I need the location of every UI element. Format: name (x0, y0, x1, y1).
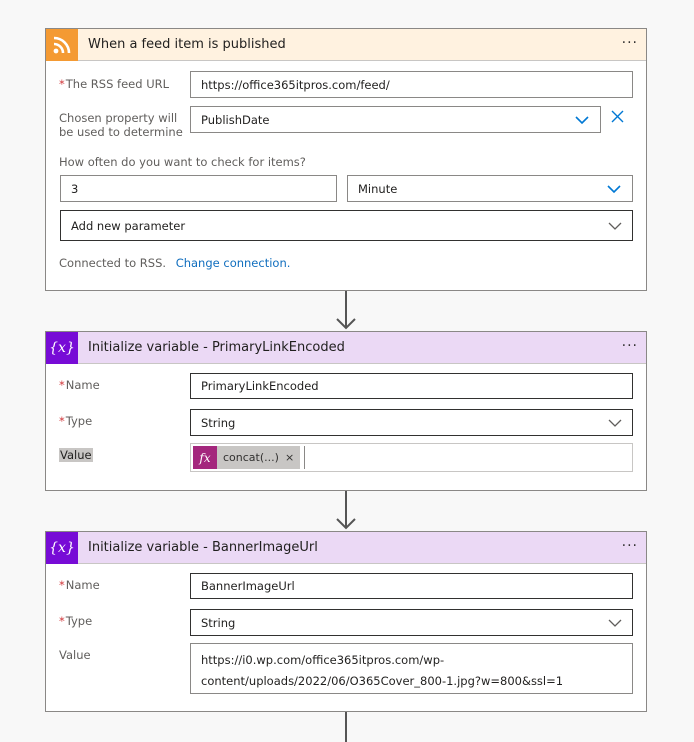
chosen-property-label: Chosen property will be used to determin… (59, 111, 183, 139)
chevron-down-icon (607, 185, 621, 194)
rss-card-header[interactable]: When a feed item is published ··· (46, 28, 646, 61)
arrow-down-icon (336, 518, 356, 530)
rss-card-title: When a feed item is published (88, 37, 286, 52)
flow-connector (345, 712, 347, 742)
required-marker: * (59, 378, 65, 392)
rss-trigger-card: When a feed item is published ··· *The R… (45, 28, 647, 291)
frequency-dropdown[interactable]: Minute (347, 175, 633, 202)
interval-label: How often do you want to check for items… (59, 155, 306, 169)
variable-icon: {x} (46, 331, 78, 364)
type-label: *Type (59, 414, 93, 428)
variable-card-title: Initialize variable - PrimaryLinkEncoded (88, 340, 345, 355)
feed-url-input[interactable]: https://office365itpros.com/feed/ (190, 71, 633, 98)
change-connection-link[interactable]: Change connection. (176, 256, 291, 270)
expression-token[interactable]: fx concat(...) × (193, 446, 301, 469)
variable-value-input[interactable]: fx concat(...) × (190, 443, 633, 472)
type-label: *Type (59, 614, 93, 628)
init-variable-card-banner-image: {x} Initialize variable - BannerImageUrl… (45, 531, 647, 712)
interval-input[interactable]: 3 (60, 175, 337, 202)
variable-card-title: Initialize variable - BannerImageUrl (88, 540, 318, 555)
chevron-down-icon (575, 116, 589, 125)
more-options-icon[interactable]: ··· (622, 35, 638, 51)
variable-card-header[interactable]: {x} Initialize variable - PrimaryLinkEnc… (46, 331, 646, 364)
name-label: *Name (59, 378, 100, 392)
chevron-down-icon (608, 222, 622, 230)
chevron-down-icon (608, 619, 622, 627)
rss-icon (46, 28, 78, 61)
more-options-icon[interactable]: ··· (622, 538, 638, 554)
value-label: Value (59, 448, 93, 462)
init-variable-card-primary-link: {x} Initialize variable - PrimaryLinkEnc… (45, 331, 647, 491)
value-line: content/uploads/2022/06/O365Cover_800-1.… (201, 674, 564, 688)
arrow-down-icon (336, 318, 356, 330)
variable-value-input[interactable]: https://i0.wp.com/office365itpros.com/wp… (190, 643, 633, 694)
feed-url-label: *The RSS feed URL (59, 77, 170, 91)
name-label: *Name (59, 578, 100, 592)
clear-property-icon[interactable] (611, 110, 624, 123)
variable-card-header[interactable]: {x} Initialize variable - BannerImageUrl… (46, 531, 646, 564)
required-marker: * (59, 578, 65, 592)
required-marker: * (59, 414, 65, 428)
variable-icon: {x} (46, 531, 78, 564)
chosen-property-dropdown[interactable]: PublishDate (190, 106, 601, 133)
text-caret (304, 446, 306, 469)
variable-name-input[interactable]: BannerImageUrl (190, 573, 633, 599)
variable-name-input[interactable]: PrimaryLinkEncoded (190, 373, 633, 399)
variable-type-dropdown[interactable]: String (190, 609, 633, 636)
connected-text: Connected to RSS. (59, 256, 167, 270)
more-options-icon[interactable]: ··· (622, 338, 638, 354)
variable-type-dropdown[interactable]: String (190, 409, 633, 436)
value-line: https://i0.wp.com/office365itpros.com/wp… (201, 653, 445, 667)
connection-status: Connected to RSS. Change connection. (59, 256, 290, 270)
required-marker: * (59, 77, 65, 91)
chevron-down-icon (608, 419, 622, 427)
value-label: Value (59, 648, 91, 662)
add-new-parameter-dropdown[interactable]: Add new parameter (60, 210, 633, 241)
fx-icon: fx (193, 446, 217, 469)
required-marker: * (59, 614, 65, 628)
expression-token-text: concat(...) (223, 451, 279, 464)
remove-token-icon[interactable]: × (285, 451, 300, 464)
